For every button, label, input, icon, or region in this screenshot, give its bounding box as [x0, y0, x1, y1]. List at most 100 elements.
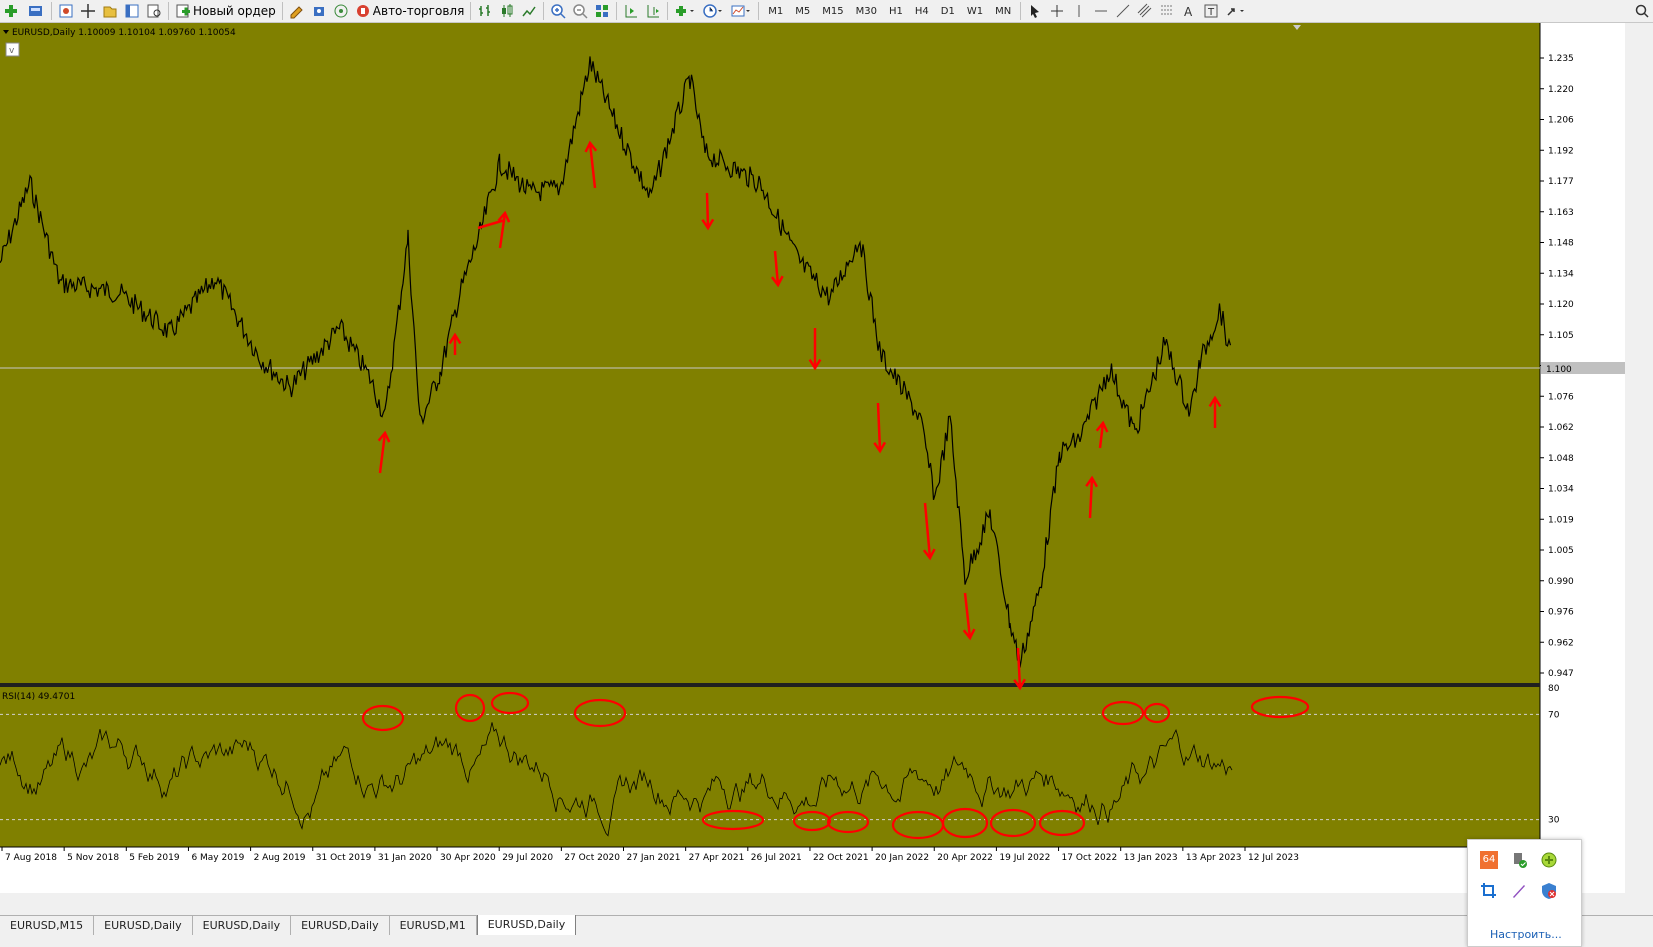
crosshair-icon[interactable]	[1046, 1, 1068, 21]
price-chart-background[interactable]	[0, 23, 1540, 847]
toolbar-separator	[758, 2, 760, 20]
annotation-down-arrow-1[interactable]	[705, 192, 710, 229]
date-tick-label: 2 Aug 2019	[254, 853, 306, 863]
price-tick-label: 0.976	[1548, 608, 1574, 618]
autoscroll-icon[interactable]	[620, 1, 642, 21]
vertical-line-icon[interactable]	[1068, 1, 1090, 21]
new-chart-button[interactable]	[0, 1, 24, 21]
text-label-icon[interactable]: T	[1200, 1, 1222, 21]
strategy-tester-icon[interactable]	[143, 1, 165, 21]
timeframe-d1[interactable]: D1	[935, 6, 961, 17]
toolbar-separator	[543, 2, 545, 20]
candlestick-icon[interactable]	[496, 1, 518, 21]
market-watch-icon[interactable]	[55, 1, 77, 21]
navigator-icon[interactable]	[99, 1, 121, 21]
date-tick-label: 5 Nov 2018	[67, 853, 119, 863]
date-tick-label: 12 Jul 2023	[1248, 853, 1299, 863]
price-tick-label: 1.105	[1548, 331, 1574, 341]
cursor-icon[interactable]	[1024, 1, 1046, 21]
timeframe-h4[interactable]: H4	[909, 6, 935, 17]
toolbar-separator	[470, 2, 472, 20]
usb-safe-remove-icon[interactable]	[1510, 851, 1528, 869]
search-icon[interactable]	[1631, 1, 1653, 21]
price-tick-label: 1.220	[1548, 85, 1574, 95]
timeframe-w1[interactable]: W1	[961, 6, 989, 17]
subwindow-separator[interactable]	[0, 683, 1540, 687]
timeframe-m5[interactable]: M5	[789, 6, 816, 17]
date-tick-label: 20 Jan 2022	[875, 853, 929, 863]
tab-eurusd-m15[interactable]: EURUSD,M15	[0, 916, 95, 936]
templates-icon[interactable]	[727, 1, 755, 21]
timeframe-mn[interactable]: MN	[989, 6, 1017, 17]
pen-tool-icon[interactable]	[1510, 882, 1528, 900]
indicators-icon[interactable]	[671, 1, 699, 21]
arrows-dropdown-icon[interactable]	[1222, 1, 1250, 21]
timeframe-m30[interactable]: M30	[850, 6, 883, 17]
periods-icon[interactable]	[699, 1, 727, 21]
rsi-tick-label: 80	[1548, 684, 1560, 694]
autotrading-button[interactable]: Авто-торговля	[352, 1, 468, 21]
zoom-out-icon[interactable]	[569, 1, 591, 21]
chart-canvas[interactable]: EURUSD,Daily 1.10009 1.10104 1.09760 1.1…	[0, 23, 1625, 893]
crop-tool-icon[interactable]	[1480, 882, 1498, 900]
security-shield-icon[interactable]	[1540, 882, 1558, 900]
timeframe-m1[interactable]: M1	[762, 6, 789, 17]
tile-windows-icon[interactable]	[591, 1, 613, 21]
date-tick-label: 29 Jul 2020	[502, 853, 553, 863]
app-64-badge: 64	[1482, 854, 1496, 865]
date-tick-label: 31 Jan 2020	[378, 853, 432, 863]
bar-chart-icon[interactable]	[474, 1, 496, 21]
tab-eurusd-m1[interactable]: EURUSD,M1	[390, 916, 477, 936]
profiles-button[interactable]	[24, 1, 48, 21]
tab-eurusd-daily-1[interactable]: EURUSD,Daily	[94, 916, 193, 936]
tab-eurusd-daily-2[interactable]: EURUSD,Daily	[193, 916, 292, 936]
signals-icon[interactable]	[308, 1, 330, 21]
toolbar-separator	[168, 2, 169, 20]
terminal-icon[interactable]	[121, 1, 143, 21]
broadcast-icon[interactable]	[330, 1, 352, 21]
fibonacci-icon[interactable]	[1156, 1, 1178, 21]
new-order-button[interactable]: Новый ордер	[172, 1, 279, 21]
timeframe-h1[interactable]: H1	[883, 6, 909, 17]
zoom-in-icon[interactable]	[547, 1, 569, 21]
chart-shift-icon[interactable]	[642, 1, 664, 21]
svg-text:A: A	[1184, 5, 1193, 19]
svg-text:T: T	[1207, 7, 1215, 18]
price-tick-label: 0.947	[1548, 669, 1574, 679]
text-icon[interactable]: A	[1178, 1, 1200, 21]
equidistant-channel-icon[interactable]	[1134, 1, 1156, 21]
trendline-icon[interactable]	[1112, 1, 1134, 21]
date-tick-label: 27 Jan 2021	[627, 853, 681, 863]
date-tick-label: 17 Oct 2022	[1062, 853, 1118, 863]
line-chart-icon[interactable]	[518, 1, 540, 21]
main-toolbar: Новый ордер Авто-торговля M1 M5 M15 M30 …	[0, 0, 1653, 23]
price-tick-label: 1.206	[1548, 116, 1574, 126]
rsi-header: RSI(14) 49.4701	[2, 692, 75, 702]
price-tick-label: 1.163	[1548, 208, 1574, 218]
price-tick-label: 1.005	[1548, 546, 1574, 556]
new-order-label: Новый ордер	[193, 4, 276, 18]
metaeditor-icon[interactable]	[286, 1, 308, 21]
tray-settings-link[interactable]: Настроить...	[1490, 928, 1562, 941]
price-tick-label: 0.990	[1548, 577, 1574, 587]
chart-header: EURUSD,Daily 1.10009 1.10104 1.09760 1.1…	[12, 28, 236, 38]
timeframe-m15[interactable]: M15	[816, 6, 849, 17]
date-tick-label: 26 Jul 2021	[751, 853, 802, 863]
one-click-trading-label: v	[9, 46, 15, 56]
date-tick-label: 5 Feb 2019	[129, 853, 180, 863]
date-tick-label: 13 Apr 2023	[1186, 853, 1242, 863]
data-window-icon[interactable]	[77, 1, 99, 21]
price-tick-label: 1.235	[1548, 54, 1574, 64]
date-tick-label: 27 Oct 2020	[564, 853, 620, 863]
chart-window[interactable]: EURUSD,Daily 1.10009 1.10104 1.09760 1.1…	[0, 23, 1625, 893]
date-tick-label: 6 May 2019	[191, 853, 244, 863]
green-plus-icon[interactable]	[1540, 851, 1558, 869]
date-tick-label: 20 Apr 2022	[937, 853, 993, 863]
tab-eurusd-daily-3[interactable]: EURUSD,Daily	[291, 916, 390, 936]
horizontal-line-icon[interactable]	[1090, 1, 1112, 21]
app-64-icon[interactable]: 64	[1480, 851, 1498, 869]
price-tick-label: 1.134	[1548, 269, 1574, 279]
date-tick-label: 7 Aug 2018	[5, 853, 57, 863]
chart-tabs-bar: EURUSD,M15 EURUSD,Daily EURUSD,Daily EUR…	[0, 915, 1653, 938]
autotrading-label: Авто-торговля	[372, 4, 465, 18]
